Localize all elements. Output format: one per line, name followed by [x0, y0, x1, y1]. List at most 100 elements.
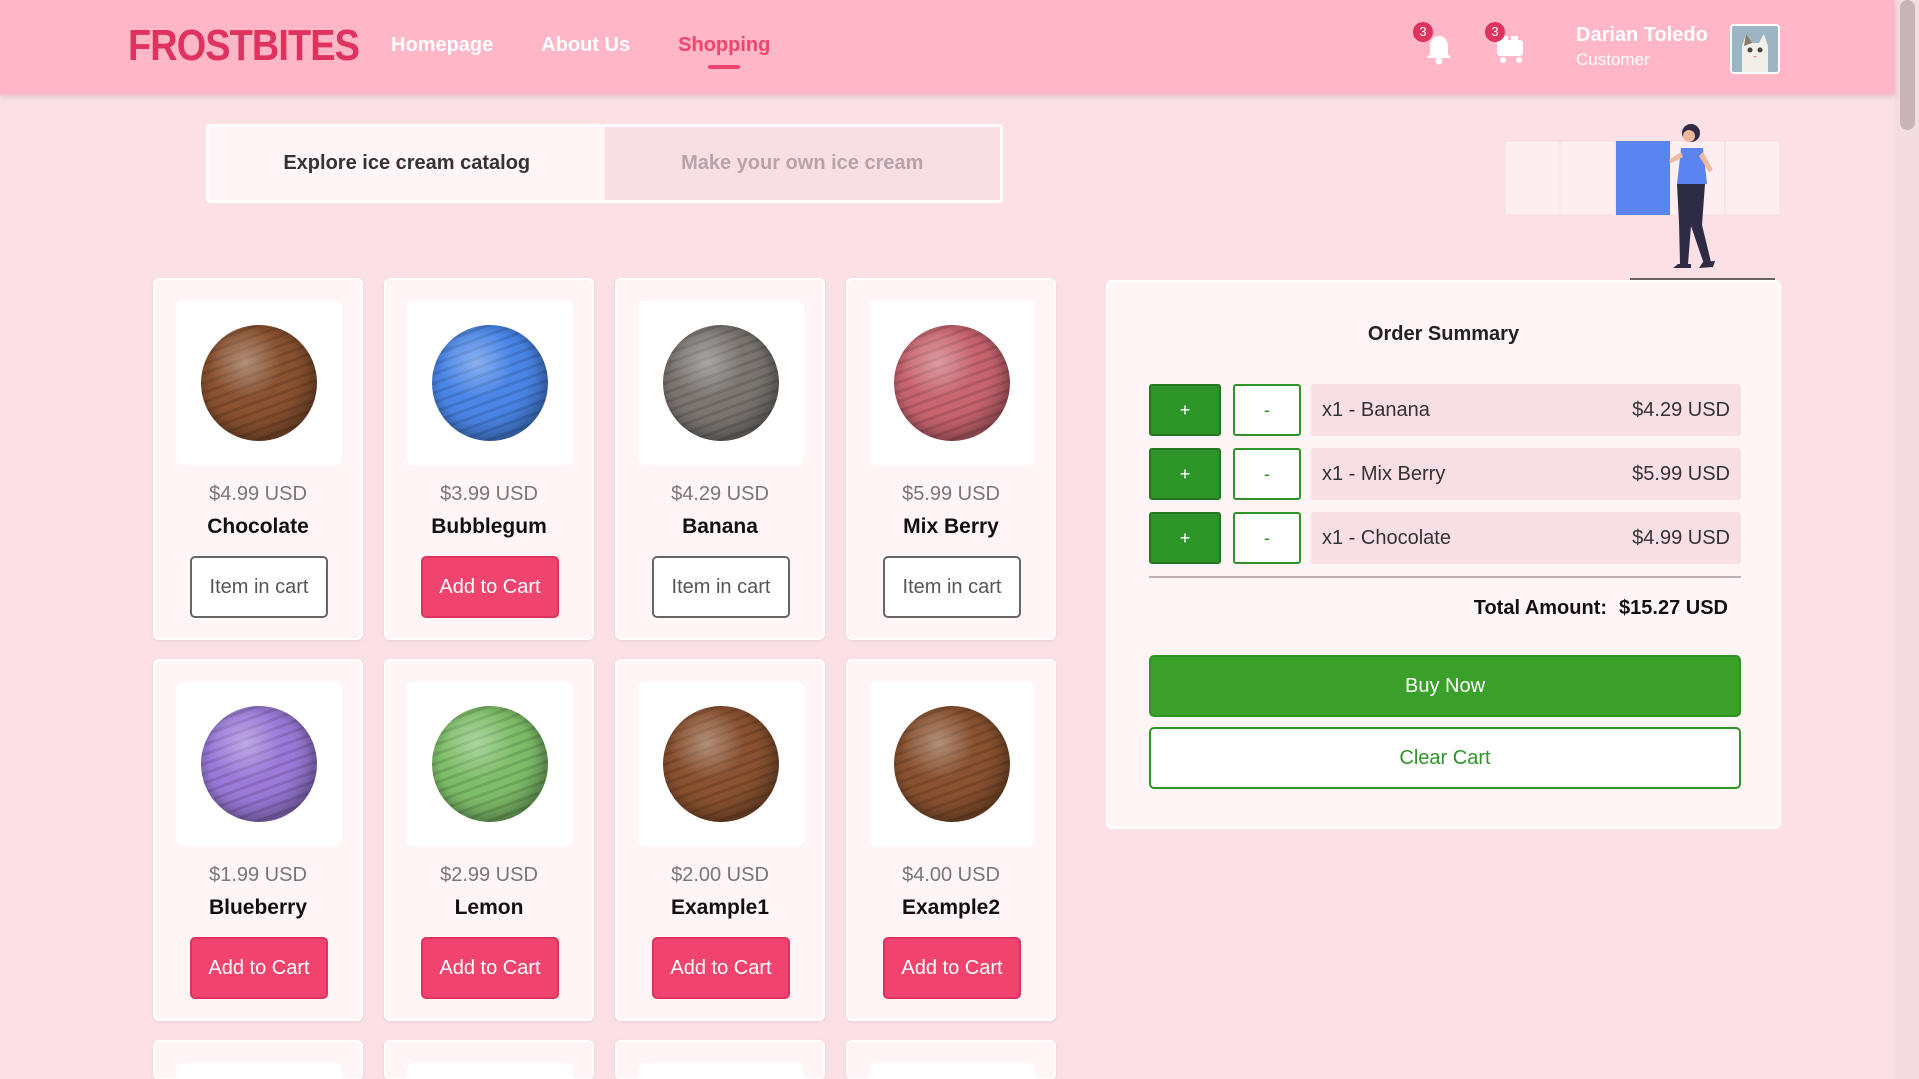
product-card: $2.99 USD Lemon Add to Cart — [384, 659, 594, 1021]
ice-cream-scoop-icon — [663, 706, 779, 822]
product-name: Example1 — [670, 896, 770, 919]
product-image — [869, 682, 1035, 846]
product-image — [638, 301, 804, 465]
product-price: $4.99 USD — [209, 483, 307, 505]
product-image — [407, 1063, 573, 1079]
order-item-price: $4.29 USD — [1632, 398, 1730, 421]
total-amount: Total Amount: $15.27 USD — [1474, 597, 1728, 620]
order-item: x1 - Mix Berry $5.99 USD — [1311, 448, 1741, 500]
order-row: + - x1 - Mix Berry $5.99 USD — [1149, 448, 1741, 500]
product-name: Mix Berry — [903, 515, 999, 538]
product-name: Blueberry — [208, 896, 308, 919]
item-in-cart-button[interactable]: Item in cart — [652, 556, 790, 618]
order-item: x1 - Chocolate $4.99 USD — [1311, 512, 1741, 564]
order-item-label: x1 - Chocolate — [1322, 526, 1451, 549]
user-role: Customer — [1576, 50, 1650, 69]
summary-divider — [1149, 576, 1741, 578]
add-to-cart-button[interactable]: Add to Cart — [421, 556, 559, 618]
ice-cream-scoop-icon — [894, 325, 1010, 441]
add-to-cart-button[interactable]: Add to Cart — [190, 937, 328, 999]
product-price: $2.99 USD — [440, 864, 538, 886]
top-header: FROSTBITES Homepage About Us Shopping 3 … — [0, 0, 1895, 95]
decrease-quantity-button[interactable]: - — [1233, 448, 1301, 500]
ice-cream-scoop-icon — [432, 706, 548, 822]
product-card-partial — [153, 1040, 363, 1079]
woman-with-board-illustration — [1505, 124, 1780, 280]
order-item-label: x1 - Mix Berry — [1322, 462, 1446, 485]
logo-part-frost: FROST — [128, 21, 253, 70]
shopping-tabs: Explore ice cream catalog Make your own … — [206, 124, 1003, 203]
ice-cream-scoop-icon — [894, 706, 1010, 822]
notifications-badge: 3 — [1413, 22, 1433, 42]
product-price: $2.00 USD — [671, 864, 769, 886]
decrease-quantity-button[interactable]: - — [1233, 384, 1301, 436]
add-to-cart-button[interactable]: Add to Cart — [421, 937, 559, 999]
cart-badge: 3 — [1485, 22, 1505, 42]
add-to-cart-button[interactable]: Add to Cart — [883, 937, 1021, 999]
main-nav: Homepage About Us Shopping — [391, 34, 770, 69]
increase-quantity-button[interactable]: + — [1149, 384, 1221, 436]
product-name: Lemon — [454, 896, 524, 919]
nav-homepage[interactable]: Homepage — [391, 34, 493, 57]
product-card-partial — [384, 1040, 594, 1079]
product-name: Example2 — [901, 896, 1001, 919]
product-name: Banana — [682, 515, 758, 538]
item-in-cart-button[interactable]: Item in cart — [190, 556, 328, 618]
product-price: $5.99 USD — [902, 483, 1000, 505]
order-row: + - x1 - Banana $4.29 USD — [1149, 384, 1741, 436]
order-summary-title: Order Summary — [1367, 323, 1520, 345]
product-image — [176, 301, 342, 465]
order-item-price: $4.99 USD — [1632, 526, 1730, 549]
order-item: x1 - Banana $4.29 USD — [1311, 384, 1741, 436]
avatar[interactable] — [1730, 24, 1780, 74]
order-item-label: x1 - Banana — [1322, 398, 1430, 421]
product-card: $1.99 USD Blueberry Add to Cart — [153, 659, 363, 1021]
product-name: Chocolate — [207, 515, 309, 538]
product-price: $4.00 USD — [902, 864, 1000, 886]
page-scrollbar[interactable] — [1895, 0, 1919, 1079]
logo[interactable]: FROSTBITES — [128, 21, 360, 70]
nav-about-us[interactable]: About Us — [541, 34, 630, 57]
order-row: + - x1 - Chocolate $4.99 USD — [1149, 512, 1741, 564]
total-value: $15.27 USD — [1619, 597, 1728, 619]
decrease-quantity-button[interactable]: - — [1233, 512, 1301, 564]
ice-cream-scoop-icon — [201, 325, 317, 441]
item-in-cart-button[interactable]: Item in cart — [883, 556, 1021, 618]
product-image — [407, 682, 573, 846]
cart-button[interactable]: 3 — [1485, 22, 1533, 70]
add-to-cart-button[interactable]: Add to Cart — [652, 937, 790, 999]
product-card: $2.00 USD Example1 Add to Cart — [615, 659, 825, 1021]
product-price: $1.99 USD — [209, 864, 307, 886]
tab-make-your-own[interactable]: Make your own ice cream — [604, 127, 1000, 200]
order-item-price: $5.99 USD — [1632, 462, 1730, 485]
nav-shopping[interactable]: Shopping — [678, 34, 770, 69]
increase-quantity-button[interactable]: + — [1149, 512, 1221, 564]
user-name[interactable]: Darian Toledo — [1576, 24, 1708, 47]
product-name: Bubblegum — [431, 515, 547, 538]
ice-cream-scoop-icon — [201, 706, 317, 822]
order-summary-panel: Order Summary + - x1 - Banana $4.29 USD … — [1106, 280, 1781, 829]
increase-quantity-button[interactable]: + — [1149, 448, 1221, 500]
ice-cream-scoop-icon — [432, 325, 548, 441]
product-price: $3.99 USD — [440, 483, 538, 505]
product-price: $4.29 USD — [671, 483, 769, 505]
product-image — [407, 301, 573, 465]
scrollbar-thumb[interactable] — [1900, 0, 1915, 130]
product-card: $4.00 USD Example2 Add to Cart — [846, 659, 1056, 1021]
tab-explore-catalog[interactable]: Explore ice cream catalog — [209, 127, 605, 200]
product-image — [176, 682, 342, 846]
ice-cream-scoop-icon — [663, 325, 779, 441]
product-image — [869, 301, 1035, 465]
product-card: $4.99 USD Chocolate Item in cart — [153, 278, 363, 640]
cat-avatar-icon — [1732, 26, 1778, 72]
product-card: $5.99 USD Mix Berry Item in cart — [846, 278, 1056, 640]
product-image — [176, 1063, 342, 1079]
notifications-button[interactable]: 3 — [1413, 22, 1461, 70]
product-card-partial — [615, 1040, 825, 1079]
product-card: $4.29 USD Banana Item in cart — [615, 278, 825, 640]
logo-part-bites: BITES — [251, 21, 360, 70]
product-image — [638, 1063, 804, 1079]
clear-cart-button[interactable]: Clear Cart — [1149, 727, 1741, 789]
product-image — [869, 1063, 1035, 1079]
buy-now-button[interactable]: Buy Now — [1149, 655, 1741, 717]
